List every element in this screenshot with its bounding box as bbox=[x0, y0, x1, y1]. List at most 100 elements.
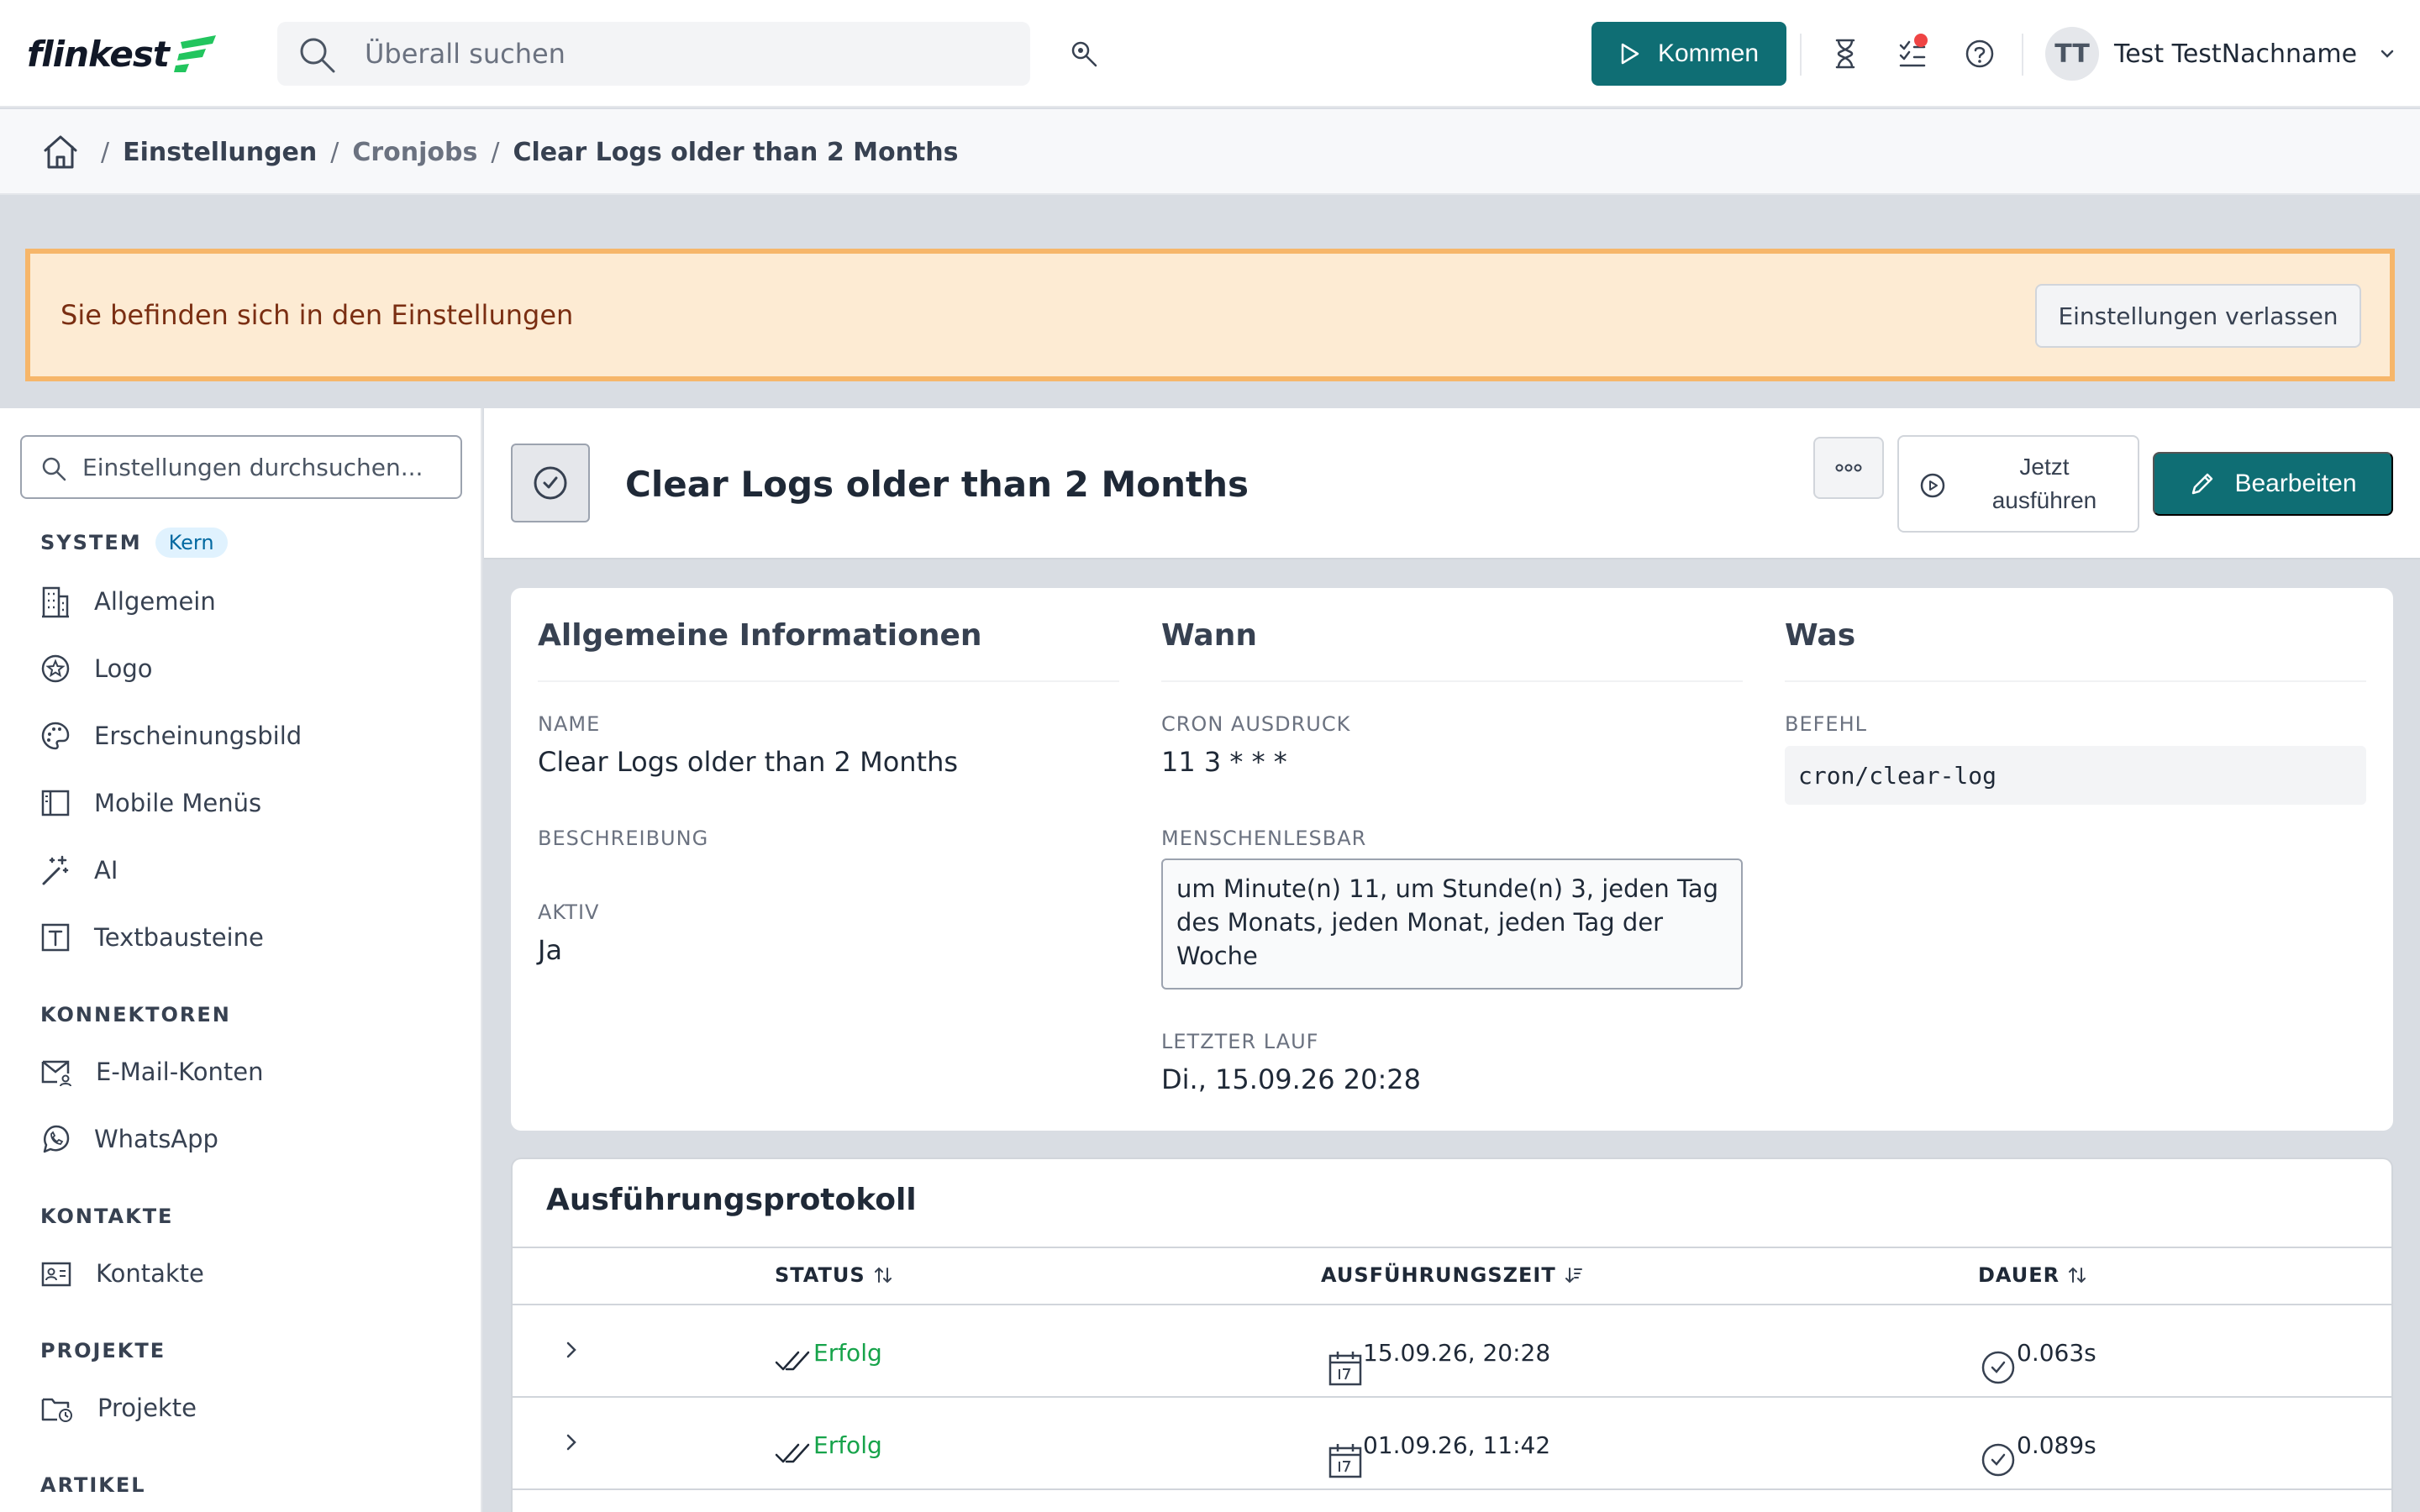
column-header-execution-time[interactable]: AUSFÜHRUNGSZEIT bbox=[1321, 1263, 1583, 1287]
sidebar-item-label: Kontakte bbox=[96, 1259, 204, 1288]
last-run-label: LETZTER LAUF bbox=[1161, 1030, 1319, 1053]
pencil-icon bbox=[2192, 473, 2213, 495]
sidebar-item-whatsapp[interactable]: WhatsApp bbox=[40, 1119, 218, 1159]
section-title: SYSTEM bbox=[40, 531, 142, 554]
status-value: Erfolg bbox=[813, 1431, 882, 1459]
breadcrumb-separator: / bbox=[101, 137, 110, 167]
text-block-icon bbox=[41, 923, 70, 952]
description-label: BESCHREIBUNG bbox=[538, 827, 709, 850]
sidebar-item-kontakte[interactable]: Kontakte bbox=[40, 1253, 204, 1294]
sidebar-item-label: Textbausteine bbox=[94, 923, 264, 952]
kommen-button[interactable]: Kommen bbox=[1591, 22, 1786, 86]
column-header-label: STATUS bbox=[775, 1263, 865, 1287]
cronjob-header: Clear Logs older than 2 Months Jetzt aus… bbox=[484, 408, 2420, 559]
chevron-right-icon[interactable] bbox=[565, 1431, 578, 1453]
sidebar-item-label: AI bbox=[94, 856, 118, 885]
sidebar-section-artikel: ARTIKEL bbox=[40, 1473, 146, 1497]
execution-log-title: Ausführungsprotokoll bbox=[546, 1183, 917, 1217]
logo-text: flinkest bbox=[27, 33, 170, 75]
sort-desc-icon bbox=[1565, 1268, 1582, 1284]
edit-label: Bearbeiten bbox=[2234, 470, 2357, 497]
last-run-value: Di., 15.09.26 20:28 bbox=[1161, 1063, 1421, 1095]
hourglass-icon[interactable] bbox=[1830, 37, 1860, 71]
column-header-status[interactable]: STATUS bbox=[775, 1263, 892, 1287]
sidebar-item-label: Projekte bbox=[97, 1394, 197, 1422]
play-circle-icon bbox=[1920, 473, 1945, 498]
settings-notice: Sie befinden sich in den Einstellungen E… bbox=[25, 249, 2395, 381]
status-cell: Erfolg bbox=[775, 1339, 882, 1374]
duration-value: 0.063s bbox=[2017, 1339, 2096, 1367]
execution-log-table: STATUS AUSFÜHRUNGSZEIT DAUER Erfolg 15.0… bbox=[513, 1247, 2391, 1490]
status-value: Erfolg bbox=[813, 1339, 882, 1367]
calendar-icon bbox=[1328, 1352, 1362, 1386]
panel-icon bbox=[41, 790, 70, 816]
column-header-duration[interactable]: DAUER bbox=[1978, 1263, 2086, 1287]
breadcrumb: / Einstellungen / Cronjobs / Clear Logs … bbox=[40, 131, 959, 173]
column-divider bbox=[538, 680, 1119, 682]
folder-clock-icon bbox=[41, 1398, 72, 1422]
sidebar-item-logo[interactable]: Logo bbox=[40, 648, 153, 689]
global-search[interactable] bbox=[277, 22, 1030, 86]
time-value: 01.09.26, 11:42 bbox=[1363, 1431, 1551, 1459]
palette-icon bbox=[41, 722, 70, 750]
human-readable-value: um Minute(n) 11, um Stunde(n) 3, jeden T… bbox=[1161, 858, 1743, 990]
contact-card-icon bbox=[41, 1262, 71, 1287]
home-icon[interactable] bbox=[40, 132, 81, 172]
sidebar-item-mobile-menus[interactable]: Mobile Menüs bbox=[40, 783, 261, 823]
table-header: STATUS AUSFÜHRUNGSZEIT DAUER bbox=[513, 1247, 2391, 1305]
chevron-right-icon[interactable] bbox=[565, 1339, 578, 1361]
global-search-input[interactable] bbox=[365, 22, 1003, 86]
settings-search[interactable] bbox=[20, 435, 462, 499]
column-divider bbox=[1161, 680, 1743, 682]
duration-cell: 0.089s bbox=[1980, 1431, 2096, 1478]
sort-icon bbox=[2069, 1267, 2086, 1284]
star-badge-icon bbox=[41, 654, 70, 683]
cronjob-icon-box bbox=[511, 444, 590, 522]
active-value: Ja bbox=[538, 934, 563, 966]
section-title: KONNEKTOREN bbox=[40, 1003, 231, 1026]
user-menu[interactable]: TT Test TestNachname bbox=[2045, 25, 2396, 82]
notification-dot bbox=[1914, 34, 1928, 47]
leave-settings-button[interactable]: Einstellungen verlassen bbox=[2035, 284, 2361, 348]
settings-search-input[interactable] bbox=[82, 437, 452, 497]
logo-mark-icon bbox=[173, 35, 216, 72]
column-divider bbox=[1785, 680, 2366, 682]
clock-check-icon bbox=[1981, 1351, 2015, 1384]
sidebar-item-label: E-Mail-Konten bbox=[96, 1058, 264, 1086]
settings-notice-text: Sie befinden sich in den Einstellungen bbox=[60, 299, 574, 331]
help-icon[interactable] bbox=[1963, 37, 1996, 71]
breadcrumb-einstellungen[interactable]: Einstellungen bbox=[123, 138, 317, 167]
advanced-search-icon[interactable] bbox=[1069, 39, 1099, 69]
column-header-label: AUSFÜHRUNGSZEIT bbox=[1321, 1263, 1556, 1287]
sidebar-item-erscheinungsbild[interactable]: Erscheinungsbild bbox=[40, 716, 302, 756]
double-check-icon bbox=[775, 1351, 810, 1371]
sidebar-item-label: WhatsApp bbox=[94, 1125, 218, 1153]
sidebar-item-email-konten[interactable]: E-Mail-Konten bbox=[40, 1052, 263, 1092]
command-value: cron/clear-log bbox=[1785, 746, 2366, 805]
sidebar-item-projekte[interactable]: Projekte bbox=[40, 1388, 197, 1428]
edit-button[interactable]: Bearbeiten bbox=[2153, 452, 2393, 516]
status-cell: Erfolg bbox=[775, 1431, 882, 1467]
sidebar-section-konnektoren: KONNEKTOREN bbox=[40, 1003, 231, 1026]
human-readable-label: MENSCHENLESBAR bbox=[1161, 827, 1367, 850]
table-row[interactable]: Erfolg 01.09.26, 11:42 0.089s bbox=[513, 1398, 2391, 1490]
breadcrumb-separator: / bbox=[330, 137, 339, 167]
when-title: Wann bbox=[1161, 618, 1257, 653]
breadcrumb-cronjobs[interactable]: Cronjobs bbox=[352, 138, 477, 167]
app-logo[interactable]: flinkest bbox=[27, 30, 219, 77]
sidebar-item-allgemein[interactable]: Allgemein bbox=[40, 581, 216, 622]
more-actions-button[interactable] bbox=[1813, 437, 1884, 499]
page-title: Clear Logs older than 2 Months bbox=[625, 464, 1249, 505]
sidebar-item-ai[interactable]: AI bbox=[40, 850, 118, 890]
table-row[interactable]: Erfolg 15.09.26, 20:28 0.063s bbox=[513, 1305, 2391, 1398]
kern-badge: Kern bbox=[155, 528, 228, 558]
section-title: ARTIKEL bbox=[40, 1473, 146, 1497]
sidebar-item-textbausteine[interactable]: Textbausteine bbox=[40, 917, 264, 958]
magic-wand-icon bbox=[42, 855, 69, 885]
time-cell: 01.09.26, 11:42 bbox=[1328, 1431, 1550, 1478]
sort-icon bbox=[874, 1267, 892, 1284]
sidebar-section-projekte: PROJEKTE bbox=[40, 1339, 166, 1362]
cron-value: 11 3 * * * bbox=[1161, 746, 1287, 778]
run-now-button[interactable]: Jetzt ausführen bbox=[1897, 435, 2139, 533]
sidebar-item-label: Erscheinungsbild bbox=[94, 722, 302, 750]
